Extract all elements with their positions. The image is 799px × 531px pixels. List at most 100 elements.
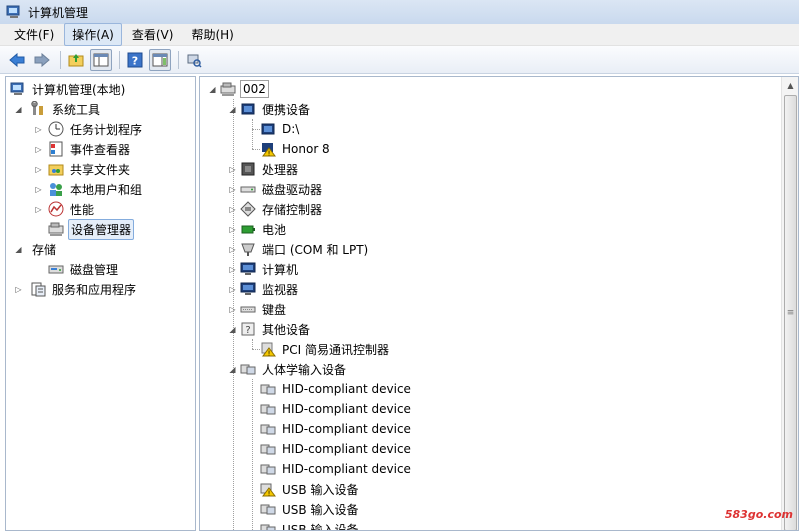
expand-arrow-icon[interactable]: ▷	[228, 305, 237, 314]
device-category-portable[interactable]: 便携设备	[240, 99, 312, 119]
services-icon	[31, 282, 46, 297]
show-hide-tree-button[interactable]	[90, 48, 112, 71]
tree-item-shared-folders[interactable]: 共享文件夹	[48, 159, 132, 179]
vertical-scrollbar[interactable]: ▲ ≡	[781, 77, 798, 530]
storage-controller-icon	[240, 201, 256, 217]
collapse-arrow-icon[interactable]: ◢	[14, 105, 23, 114]
device-item-hid[interactable]: HID-compliant device	[260, 399, 413, 419]
scroll-up-arrow-icon[interactable]: ▲	[782, 77, 798, 94]
tree-item-label: 任务计划程序	[70, 122, 143, 137]
tree-item-performance[interactable]: 性能	[48, 199, 96, 219]
expand-arrow-icon[interactable]: ▷	[14, 285, 23, 294]
device-category-ports[interactable]: 端口 (COM 和 LPT)	[240, 239, 370, 259]
tree-item-disk-management[interactable]: 磁盘管理	[48, 259, 120, 279]
tree-connector	[252, 349, 260, 350]
device-category-keyboards[interactable]: 键盘	[240, 299, 288, 319]
expand-arrow-icon[interactable]: ▷	[228, 265, 237, 274]
device-category-processors[interactable]: 处理器	[240, 159, 300, 179]
up-folder-button[interactable]	[65, 49, 87, 71]
collapse-arrow-icon[interactable]: ◢	[208, 85, 217, 94]
menu-view[interactable]: 查看(V)	[124, 23, 182, 46]
svg-text:!: !	[268, 150, 271, 158]
expand-arrow-icon[interactable]: ▷	[34, 125, 43, 134]
collapse-arrow-icon[interactable]: ◢	[228, 365, 237, 374]
hid-icon	[260, 524, 276, 530]
tree-connector	[233, 99, 234, 530]
device-category-label: 端口 (COM 和 LPT)	[262, 242, 369, 257]
svg-text:?: ?	[245, 325, 250, 336]
tree-item-label: 性能	[70, 202, 95, 217]
collapse-arrow-icon[interactable]: ◢	[228, 105, 237, 114]
tree-item-storage[interactable]: 存储	[30, 239, 58, 259]
menu-file[interactable]: 文件(F)	[6, 23, 62, 46]
expand-arrow-icon[interactable]: ▷	[34, 165, 43, 174]
device-item-honor-8[interactable]: ! Honor 8	[260, 139, 332, 159]
device-category-storage-controllers[interactable]: 存储控制器	[240, 199, 324, 219]
portable-device-icon	[261, 123, 275, 135]
expand-arrow-icon[interactable]: ▷	[34, 205, 43, 214]
toolbar-separator	[119, 50, 120, 69]
device-root-computer[interactable]: 002	[220, 79, 269, 99]
device-item-pci-controller[interactable]: ! PCI 简易通讯控制器	[260, 339, 391, 359]
toolbar-separator	[178, 50, 179, 69]
watermark-text: 583go.com	[724, 508, 793, 521]
device-item-hid[interactable]: HID-compliant device	[260, 439, 413, 459]
shared-folder-icon	[48, 164, 64, 176]
keyboard-icon	[240, 306, 256, 313]
device-item-usb-input[interactable]: ! USB 输入设备	[260, 479, 360, 499]
tree-item-device-manager[interactable]: 设备管理器	[48, 218, 135, 240]
tree-item-label: 磁盘管理	[70, 262, 119, 277]
tree-item-services-applications[interactable]: 服务和应用程序	[30, 279, 138, 299]
computer-icon	[220, 82, 236, 96]
tree-connector	[252, 119, 253, 149]
menu-action[interactable]: 操作(A)	[64, 23, 122, 46]
expand-arrow-icon[interactable]: ▷	[228, 285, 237, 294]
expand-arrow-icon[interactable]: ▷	[228, 245, 237, 254]
tree-connector	[252, 129, 260, 130]
device-item-label: USB 输入设备	[282, 502, 359, 517]
computer-management-icon	[10, 82, 24, 95]
device-category-monitors[interactable]: 监视器	[240, 279, 300, 299]
device-item-label: HID-compliant device	[282, 442, 411, 456]
device-category-batteries[interactable]: 电池	[240, 219, 288, 239]
device-category-other[interactable]: ? 其他设备	[240, 319, 312, 339]
device-root-label: 002	[240, 80, 269, 98]
device-item-hid[interactable]: HID-compliant device	[260, 419, 413, 439]
device-category-label: 磁盘驱动器	[262, 182, 323, 197]
device-item-hid[interactable]: HID-compliant device	[260, 379, 413, 399]
device-item-d-drive[interactable]: D:\	[260, 119, 301, 139]
device-item-usb-input[interactable]: USB 输入设备	[260, 519, 360, 530]
tree-item-local-users-groups[interactable]: 本地用户和组	[48, 179, 144, 199]
action-pane-icon	[152, 53, 168, 66]
device-manager-icon	[48, 222, 64, 236]
device-category-computer[interactable]: 计算机	[240, 259, 300, 279]
device-category-disk-drives[interactable]: 磁盘驱动器	[240, 179, 324, 199]
tree-item-task-scheduler[interactable]: 任务计划程序	[48, 119, 144, 139]
forward-button[interactable]	[31, 49, 53, 71]
expand-arrow-icon[interactable]: ▷	[228, 185, 237, 194]
help-button[interactable]: ?	[124, 49, 146, 71]
show-hide-action-pane-button[interactable]	[149, 48, 171, 71]
expand-arrow-icon[interactable]: ▷	[34, 185, 43, 194]
portable-device-icon	[241, 103, 255, 115]
expand-arrow-icon[interactable]: ▷	[34, 145, 43, 154]
back-button[interactable]	[6, 49, 28, 71]
tree-item-event-viewer[interactable]: 事件查看器	[48, 139, 132, 159]
expand-arrow-icon[interactable]: ▷	[228, 205, 237, 214]
title-bar: 计算机管理	[0, 0, 799, 24]
collapse-arrow-icon[interactable]: ◢	[228, 325, 237, 334]
device-category-hid[interactable]: 人体学输入设备	[240, 359, 348, 379]
expand-arrow-icon[interactable]: ▷	[228, 225, 237, 234]
device-item-label: PCI 简易通讯控制器	[282, 342, 389, 357]
toolbar-separator	[60, 50, 61, 69]
tree-item-computer-management[interactable]: 计算机管理(本地)	[10, 79, 127, 99]
collapse-arrow-icon[interactable]: ◢	[14, 245, 23, 254]
scrollbar-thumb[interactable]: ≡	[784, 95, 797, 530]
scan-hardware-button[interactable]	[183, 49, 205, 71]
menu-help[interactable]: 帮助(H)	[183, 23, 241, 46]
device-item-usb-input[interactable]: USB 输入设备	[260, 499, 360, 519]
monitor-icon	[240, 282, 256, 295]
tree-item-system-tools[interactable]: 系统工具	[30, 99, 102, 119]
expand-arrow-icon[interactable]: ▷	[228, 165, 237, 174]
device-item-hid[interactable]: HID-compliant device	[260, 459, 413, 479]
